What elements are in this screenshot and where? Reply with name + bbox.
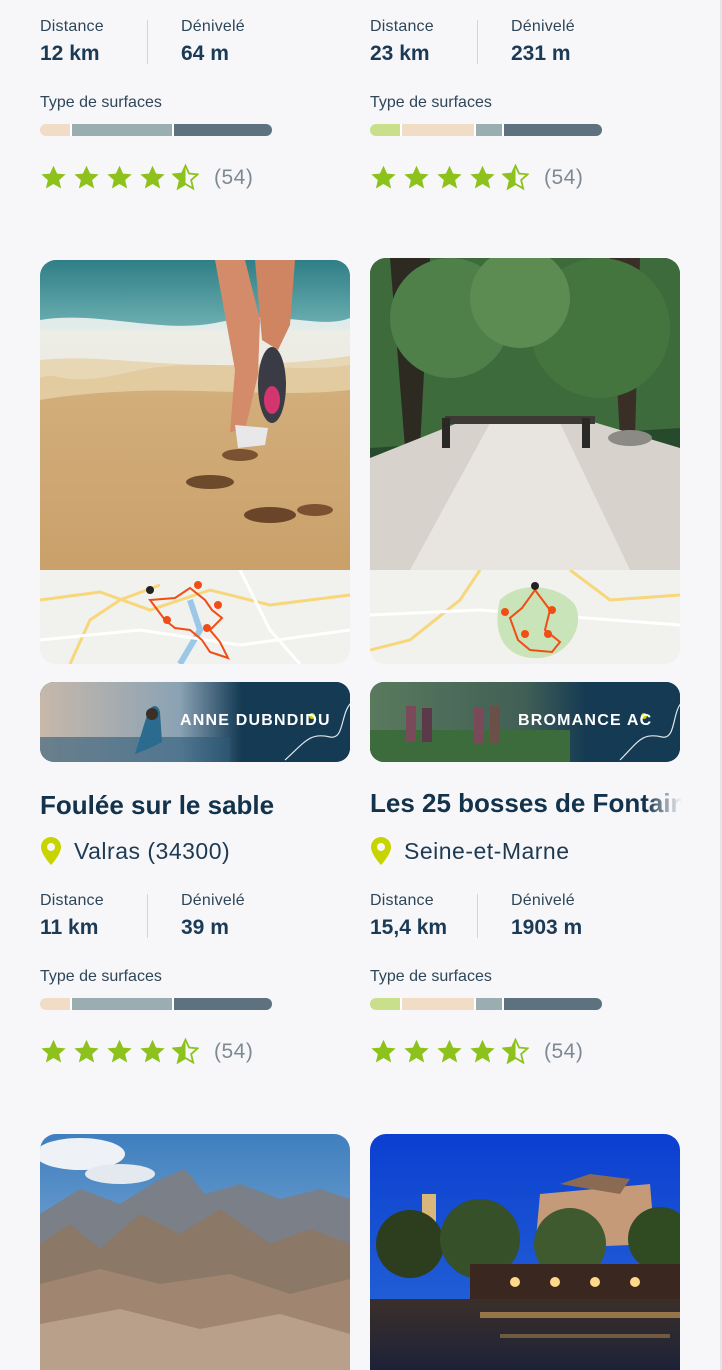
half-star-icon: [502, 164, 529, 191]
star-icon: [404, 165, 429, 189]
star-icon: [371, 1039, 396, 1063]
star-icon: [404, 1039, 429, 1063]
star-icon: [41, 165, 66, 189]
star-icon: [107, 165, 132, 189]
review-count: (54): [214, 1039, 254, 1063]
star-icon: [74, 165, 99, 189]
route-map-preview[interactable]: [40, 570, 350, 664]
distance-label: Distance: [370, 18, 434, 35]
surface-type-bar: [40, 124, 272, 136]
route-title[interactable]: Foulée sur le sable: [40, 790, 352, 821]
surface-type-bar: [370, 998, 602, 1010]
elevation-label: Dénivelé: [511, 892, 575, 909]
distance-value: 12 km: [40, 42, 100, 65]
route-photo-night-city[interactable]: [370, 1134, 680, 1370]
route-stats: Distance 11 km Dénivelé 39 m: [40, 892, 350, 952]
route-photo-mountain[interactable]: [40, 1134, 350, 1370]
stat-divider: [147, 894, 148, 938]
star-icon: [437, 1039, 462, 1063]
half-star-icon: [172, 164, 199, 191]
half-star-icon: [172, 1038, 199, 1065]
surface-type-label: Type de surfaces: [40, 94, 162, 111]
route-stats: Distance 23 km Dénivelé 231 m: [370, 18, 680, 78]
club-banner[interactable]: ANNE DUBNDIDU: [40, 682, 350, 762]
stat-divider: [477, 894, 478, 938]
surface-type-label: Type de surfaces: [40, 968, 162, 985]
review-count: (54): [214, 165, 254, 189]
rating-stars: (54): [370, 1038, 583, 1065]
stat-divider: [147, 20, 148, 64]
half-star-icon: [502, 1038, 529, 1065]
map-pin-icon: [146, 586, 154, 594]
stat-divider: [477, 20, 478, 64]
star-icon: [437, 165, 462, 189]
star-icon: [470, 165, 495, 189]
location-text: Seine-et-Marne: [404, 837, 570, 864]
review-count: (54): [544, 165, 584, 189]
route-card-column-left: Distance 12 km Dénivelé 64 m Type de sur…: [40, 0, 350, 1370]
route-stats: Distance 15,4 km Dénivelé 1903 m: [370, 892, 680, 952]
location-text: Valras (34300): [74, 837, 231, 864]
rating-stars: (54): [40, 164, 253, 191]
elevation-label: Dénivelé: [181, 18, 245, 35]
distance-value: 15,4 km: [370, 916, 448, 939]
star-icon: [371, 165, 396, 189]
title-fade-overlay: [646, 788, 682, 819]
star-icon: [74, 1039, 99, 1063]
route-card-column-right: Distance 23 km Dénivelé 231 m Type de su…: [370, 0, 682, 1370]
route-title[interactable]: Les 25 bosses de Fontainebleau: [370, 788, 682, 819]
elevation-value: 231 m: [511, 42, 571, 65]
club-name: BROMANCE AC: [518, 712, 653, 729]
route-map-preview[interactable]: [370, 570, 680, 664]
club-banner[interactable]: BROMANCE AC: [370, 682, 680, 762]
route-location: Seine-et-Marne: [370, 836, 570, 866]
star-icon: [41, 1039, 66, 1063]
route-stats: Distance 12 km Dénivelé 64 m: [40, 18, 350, 78]
location-pin-icon: [371, 837, 391, 865]
elevation-value: 1903 m: [511, 916, 583, 939]
surface-type-label: Type de surfaces: [370, 968, 492, 985]
star-icon: [470, 1039, 495, 1063]
distance-value: 23 km: [370, 42, 430, 65]
elevation-value: 64 m: [181, 42, 229, 65]
distance-label: Distance: [40, 892, 104, 909]
distance-value: 11 km: [40, 916, 99, 939]
surface-type-label: Type de surfaces: [370, 94, 492, 111]
star-icon: [140, 1039, 165, 1063]
elevation-label: Dénivelé: [511, 18, 575, 35]
distance-label: Distance: [370, 892, 434, 909]
route-location: Valras (34300): [40, 836, 230, 866]
club-name: ANNE DUBNDIDU: [180, 712, 331, 729]
route-photo-forest-path[interactable]: [370, 258, 680, 570]
elevation-label: Dénivelé: [181, 892, 245, 909]
surface-type-bar: [40, 998, 272, 1010]
rating-stars: (54): [40, 1038, 253, 1065]
star-icon: [107, 1039, 132, 1063]
star-icon: [140, 165, 165, 189]
surface-type-bar: [370, 124, 602, 136]
route-photo-beach-runner[interactable]: [40, 260, 350, 570]
rating-stars: (54): [370, 164, 583, 191]
review-count: (54): [544, 1039, 584, 1063]
distance-label: Distance: [40, 18, 104, 35]
elevation-value: 39 m: [181, 916, 229, 939]
location-pin-icon: [41, 837, 61, 865]
